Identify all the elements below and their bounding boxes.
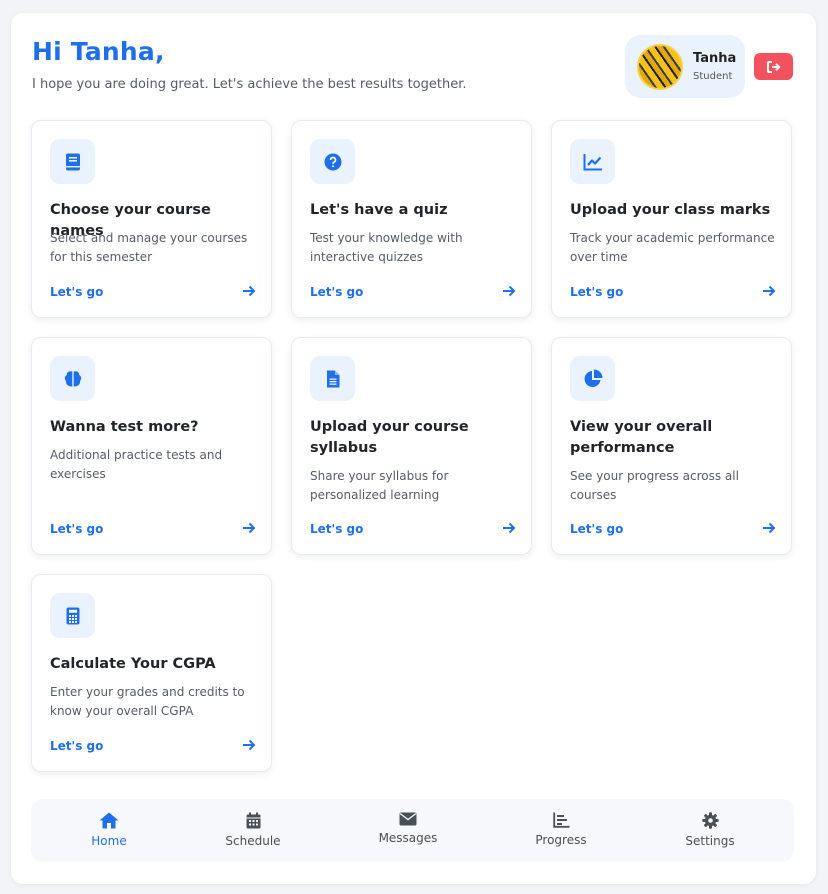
card-description: See your progress across all courses — [570, 469, 739, 502]
nav-item-messages[interactable]: Messages — [368, 799, 448, 862]
nav-item-schedule[interactable]: Schedule — [213, 799, 293, 862]
nav-item-settings[interactable]: Settings — [670, 799, 750, 862]
card-link[interactable]: Let's go — [50, 739, 103, 753]
nav-label: Schedule — [225, 834, 281, 848]
card-icon-box — [310, 356, 355, 401]
card-title: Let's have a quiz — [310, 202, 448, 218]
card-link[interactable]: Let's go — [570, 522, 623, 536]
nav-label: Home — [91, 834, 127, 848]
card-icon-box — [50, 593, 95, 638]
home-icon — [99, 812, 119, 829]
nav-label: Settings — [685, 834, 735, 848]
book-icon — [65, 153, 80, 170]
card-description: Enter your grades and credits to know yo… — [50, 685, 245, 718]
question-circle-icon — [324, 153, 341, 170]
card-icon-box — [50, 139, 95, 184]
bar-chart-icon — [552, 812, 569, 828]
card-link[interactable]: Let's go — [50, 522, 103, 536]
card-syllabus[interactable]: Upload your course syllabus Share your s… — [291, 337, 532, 555]
avatar — [637, 43, 683, 90]
greeting-block: Hi Tanha, I hope you are doing great. Le… — [32, 37, 467, 92]
arrow-right-icon[interactable] — [761, 520, 777, 536]
nav-item-home[interactable]: Home — [69, 799, 149, 862]
card-icon-box — [570, 139, 615, 184]
greeting-title: Hi Tanha, — [32, 37, 165, 66]
profile-role: Student — [693, 71, 733, 82]
card-icon-box — [310, 139, 355, 184]
main-panel: Hi Tanha, I hope you are doing great. Le… — [11, 13, 816, 884]
nav-label: Progress — [535, 833, 587, 847]
card-title: View your overall performance — [570, 419, 713, 456]
card-icon-box — [50, 356, 95, 401]
card-description: Share your syllabus for personalized lea… — [310, 469, 449, 502]
card-link[interactable]: Let's go — [310, 285, 363, 299]
arrow-right-icon[interactable] — [761, 283, 777, 299]
gear-icon — [701, 812, 719, 829]
logout-button[interactable] — [754, 53, 793, 80]
line-chart-icon — [583, 153, 602, 170]
card-link[interactable]: Let's go — [310, 522, 363, 536]
nav-label: Messages — [378, 831, 438, 845]
card-icon-box — [570, 356, 615, 401]
card-description: Additional practice tests and exercises — [50, 448, 223, 481]
bottom-nav: Home Schedule Messages Progress Settings — [31, 799, 794, 862]
card-link[interactable]: Let's go — [570, 285, 623, 299]
card-cgpa[interactable]: Calculate Your CGPA Enter your grades an… — [31, 574, 272, 772]
calendar-icon — [246, 812, 260, 829]
card-link[interactable]: Let's go — [50, 285, 103, 299]
card-description: Select and manage your courses for this … — [50, 231, 248, 264]
card-description: Track your academic performance over tim… — [570, 231, 775, 264]
arrow-right-icon[interactable] — [241, 737, 257, 753]
arrow-right-icon[interactable] — [241, 283, 257, 299]
file-document-icon — [326, 370, 339, 387]
calculator-icon — [66, 607, 79, 624]
profile-text: Tanha Student — [693, 51, 736, 82]
nav-item-progress[interactable]: Progress — [521, 799, 601, 862]
arrow-right-icon[interactable] — [501, 520, 517, 536]
greeting-subtitle: I hope you are doing great. Let's achiev… — [32, 77, 467, 92]
card-title: Wanna test more? — [50, 419, 199, 435]
brain-icon — [64, 370, 81, 387]
card-title: Calculate Your CGPA — [50, 656, 216, 672]
arrow-right-icon[interactable] — [501, 283, 517, 299]
card-choose-courses[interactable]: Choose your course names Select and mana… — [31, 120, 272, 318]
arrow-right-icon[interactable] — [241, 520, 257, 536]
card-overall-performance[interactable]: View your overall performance See your p… — [551, 337, 792, 555]
pie-chart-icon — [584, 369, 602, 387]
sign-out-icon — [766, 60, 781, 73]
profile-chip[interactable]: Tanha Student — [625, 35, 745, 98]
card-title: Upload your class marks — [570, 202, 771, 218]
card-test-more[interactable]: Wanna test more? Additional practice tes… — [31, 337, 272, 555]
card-quiz[interactable]: Let's have a quiz Test your knowledge wi… — [291, 120, 532, 318]
card-description: Test your knowledge with interactive qui… — [310, 231, 463, 264]
card-title: Upload your course syllabus — [310, 419, 469, 456]
card-class-marks[interactable]: Upload your class marks Track your acade… — [551, 120, 792, 318]
profile-name: Tanha — [693, 51, 737, 66]
envelope-icon — [399, 812, 417, 826]
